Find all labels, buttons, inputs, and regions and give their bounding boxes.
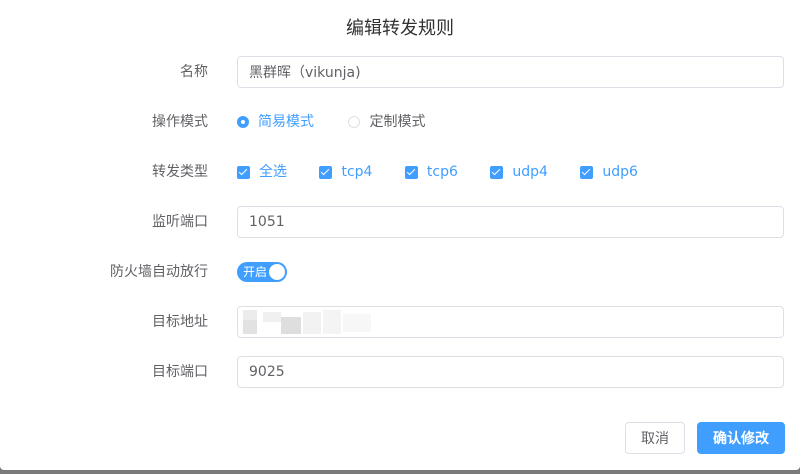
- firewall-label: 防火墙自动放行: [110, 264, 208, 280]
- mosaic-block: [303, 312, 321, 334]
- target-addr-label: 目标地址: [152, 314, 208, 330]
- listen-port-input[interactable]: [237, 206, 784, 238]
- radio-checked-icon: [237, 116, 249, 128]
- name-row: 名称: [0, 56, 784, 88]
- checkbox-udp4-label: udp4: [512, 164, 548, 180]
- radio-simple-mode-label: 简易模式: [258, 114, 314, 130]
- checkbox-checked-icon: [404, 165, 418, 179]
- target-port-label: 目标端口: [152, 364, 208, 380]
- checkbox-select-all[interactable]: 全选: [237, 156, 287, 188]
- checkbox-checked-icon: [580, 165, 594, 179]
- checkbox-checked-icon: [319, 165, 333, 179]
- mosaic-block: [281, 317, 301, 334]
- checkbox-udp4[interactable]: udp4: [490, 156, 548, 188]
- types-row: 转发类型 全选 tcp4 tcp6 udp4 udp6: [0, 156, 784, 188]
- firewall-row: 防火墙自动放行 开启: [0, 256, 784, 288]
- mosaic-block: [263, 312, 281, 322]
- switch-knob: [269, 264, 285, 280]
- target-port-input[interactable]: [237, 356, 784, 388]
- edit-forward-rule-dialog: 编辑转发规则 名称 操作模式 简易模式 定制模式 转发类型 全选: [0, 0, 800, 470]
- target-addr-row: 目标地址: [0, 306, 784, 338]
- checkbox-checked-icon: [490, 165, 504, 179]
- checkbox-tcp4-label: tcp4: [341, 164, 373, 180]
- mode-row: 操作模式 简易模式 定制模式: [0, 106, 784, 138]
- listen-port-row: 监听端口: [0, 206, 784, 238]
- radio-simple-mode[interactable]: 简易模式: [237, 106, 314, 138]
- mosaic-block: [323, 310, 341, 334]
- checkbox-checked-icon: [237, 165, 250, 179]
- cancel-button[interactable]: 取消: [625, 422, 685, 454]
- dialog-title: 编辑转发规则: [346, 18, 454, 39]
- types-label: 转发类型: [152, 164, 208, 180]
- confirm-button[interactable]: 确认修改: [697, 422, 785, 454]
- mosaic-block: [343, 314, 371, 332]
- name-label: 名称: [180, 64, 208, 80]
- switch-on-text: 开启: [243, 265, 268, 279]
- checkbox-udp6[interactable]: udp6: [580, 156, 638, 188]
- mode-label: 操作模式: [152, 114, 208, 130]
- firewall-switch[interactable]: 开启: [237, 262, 287, 282]
- mosaic-block: [243, 320, 257, 334]
- radio-custom-mode[interactable]: 定制模式: [348, 106, 425, 138]
- checkbox-tcp6[interactable]: tcp6: [404, 156, 458, 188]
- name-input[interactable]: [237, 56, 784, 88]
- radio-unchecked-icon: [348, 116, 361, 128]
- checkbox-tcp6-label: tcp6: [426, 164, 458, 180]
- target-port-row: 目标端口: [0, 356, 784, 388]
- radio-custom-mode-label: 定制模式: [369, 114, 426, 130]
- checkbox-tcp4[interactable]: tcp4: [319, 156, 372, 188]
- checkbox-udp6-label: udp6: [602, 164, 638, 180]
- mosaic-block: [243, 310, 257, 320]
- listen-port-label: 监听端口: [152, 214, 208, 230]
- checkbox-select-all-label: 全选: [259, 164, 287, 180]
